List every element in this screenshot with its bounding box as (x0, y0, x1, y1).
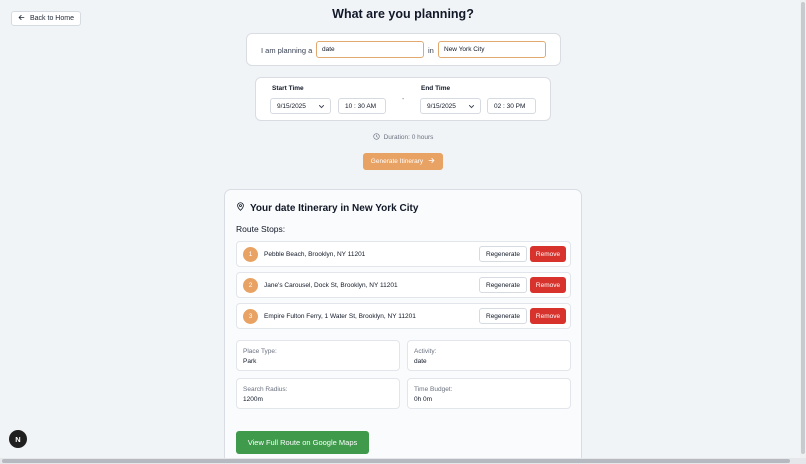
planning-in-label: in (428, 46, 434, 55)
activity-value: date (414, 358, 427, 365)
duration-text: Duration: 0 hours (383, 134, 434, 141)
generate-itinerary-label: Generate Itinerary (370, 158, 424, 165)
start-time-input[interactable]: 10 : 30 AM (338, 98, 386, 114)
planning-form: I am planning a date in New York City (246, 33, 561, 66)
place-type-label: Place Type: (243, 348, 277, 355)
route-stop: 2 Jane's Carousel, Dock St, Brooklyn, NY… (236, 272, 571, 298)
place-type-value: Park (243, 358, 257, 365)
generate-itinerary-button[interactable]: Generate Itinerary (363, 153, 443, 170)
clock-icon (372, 133, 380, 142)
start-time-label: Start Time (272, 85, 304, 92)
city-input[interactable]: New York City (438, 41, 546, 58)
start-date-select[interactable]: 9/15/2025 (270, 98, 331, 114)
time-range-panel: Start Time 9/15/2025 10 : 30 AM - End Ti… (255, 77, 551, 121)
stop-number-badge: 2 (243, 278, 258, 293)
route-stop: 1 Pebble Beach, Brooklyn, NY 11201 Regen… (236, 241, 571, 267)
horizontal-scrollbar[interactable] (0, 458, 806, 464)
horizontal-scrollbar-thumb[interactable] (2, 459, 790, 463)
end-date-value: 9/15/2025 (427, 102, 456, 110)
stop-address: Pebble Beach, Brooklyn, NY 11201 (264, 251, 366, 258)
page-title: What are you planning? (332, 7, 474, 21)
stop-number-badge: 1 (243, 247, 258, 262)
time-budget-info: Time Budget: 0h 0m (407, 378, 571, 409)
view-route-google-maps-button[interactable]: View Full Route on Google Maps (236, 431, 369, 454)
stop-number-badge: 3 (243, 309, 258, 324)
activity-input[interactable]: date (316, 41, 424, 58)
route-stop: 3 Empire Fulton Ferry, 1 Water St, Brook… (236, 303, 571, 329)
regenerate-button[interactable]: Regenerate (479, 246, 527, 262)
itinerary-title-text: Your date Itinerary in New York City (250, 202, 419, 214)
end-date-select[interactable]: 9/15/2025 (420, 98, 481, 114)
start-date-value: 9/15/2025 (277, 102, 306, 110)
chevron-down-icon (468, 104, 475, 109)
time-range-separator: - (402, 96, 405, 103)
vertical-scrollbar[interactable] (800, 0, 806, 458)
planning-prefix-label: I am planning a (261, 46, 313, 55)
search-radius-label: Search Radius: (243, 386, 288, 393)
regenerate-button[interactable]: Regenerate (479, 308, 527, 324)
end-time-input[interactable]: 02 : 30 PM (487, 98, 536, 114)
search-radius-value: 1200m (243, 396, 263, 403)
activity-label: Activity: (414, 348, 437, 355)
regenerate-button[interactable]: Regenerate (479, 277, 527, 293)
arrow-right-icon (428, 157, 435, 166)
remove-button[interactable]: Remove (530, 308, 566, 324)
remove-button[interactable]: Remove (530, 246, 566, 262)
duration-indicator: Duration: 0 hours (0, 133, 806, 142)
time-budget-label: Time Budget: (414, 386, 453, 393)
stop-address: Jane's Carousel, Dock St, Brooklyn, NY 1… (264, 282, 398, 289)
activity-info: Activity: date (407, 340, 571, 371)
time-budget-value: 0h 0m (414, 396, 433, 403)
stop-address: Empire Fulton Ferry, 1 Water St, Brookly… (264, 313, 416, 320)
vertical-scrollbar-thumb[interactable] (801, 2, 805, 454)
route-stops-heading: Route Stops: (236, 224, 286, 234)
place-type-info: Place Type: Park (236, 340, 400, 371)
map-pin-icon (236, 202, 245, 214)
itinerary-card: Your date Itinerary in New York City Rou… (224, 189, 582, 464)
chevron-down-icon (318, 104, 325, 109)
itinerary-title: Your date Itinerary in New York City (236, 202, 418, 214)
end-time-label: End Time (421, 85, 451, 92)
nextjs-dev-badge[interactable]: N (9, 430, 27, 448)
remove-button[interactable]: Remove (530, 277, 566, 293)
search-radius-info: Search Radius: 1200m (236, 378, 400, 409)
